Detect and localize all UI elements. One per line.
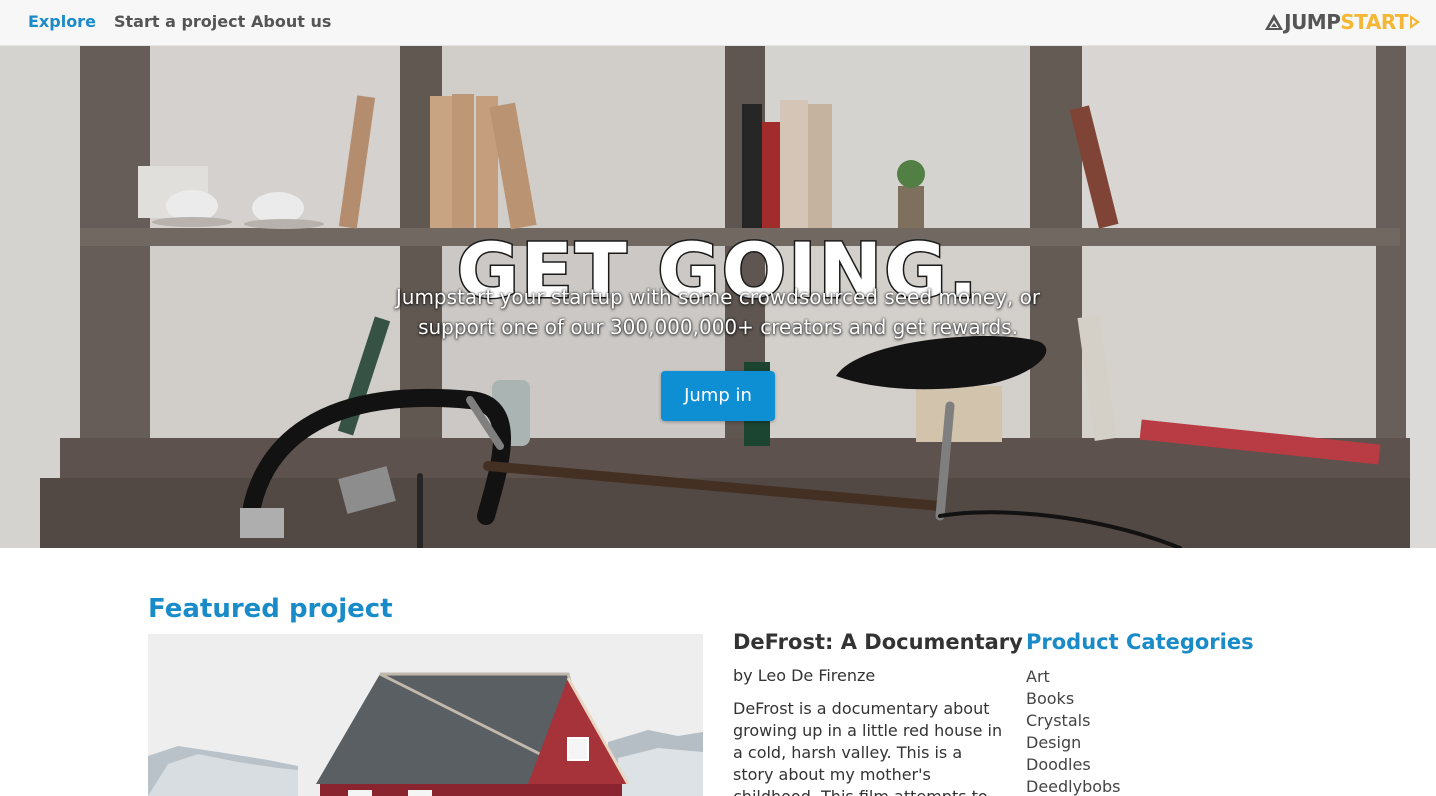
logo-arrow-icon: [1408, 13, 1422, 31]
jumpstart-logo[interactable]: JUMPSTART: [1264, 9, 1422, 35]
category-item-doodles[interactable]: Doodles: [1026, 754, 1121, 776]
nav-start-project[interactable]: Start a project: [114, 12, 245, 31]
category-list: Art Books Crystals Design Doodles Deedly…: [1026, 666, 1121, 796]
hero-banner: GET GOING. Jumpstart your startup with s…: [0, 46, 1436, 548]
category-item-crystals[interactable]: Crystals: [1026, 710, 1121, 732]
category-item-design[interactable]: Design: [1026, 732, 1121, 754]
category-item-books[interactable]: Books: [1026, 688, 1121, 710]
red-house-image: [148, 634, 703, 796]
project-description: DeFrost is a documentary about growing u…: [733, 699, 1003, 796]
product-categories-heading: Product Categories: [1026, 630, 1254, 654]
logo-wordmark: JUMPSTART: [1284, 10, 1408, 34]
featured-project-heading: Featured project: [148, 594, 393, 624]
category-item-art[interactable]: Art: [1026, 666, 1121, 688]
top-nav: Explore Start a project About us JUMPSTA…: [0, 0, 1436, 46]
category-item-deedlybobs[interactable]: Deedlybobs: [1026, 776, 1121, 796]
featured-project-image[interactable]: [148, 634, 703, 796]
jump-in-button[interactable]: Jump in: [661, 371, 775, 421]
nav-explore[interactable]: Explore: [28, 12, 96, 31]
project-author: by Leo De Firenze: [733, 666, 876, 685]
nav-about-us[interactable]: About us: [251, 12, 331, 31]
logo-triangle-icon: [1264, 13, 1284, 31]
hero-subtitle: Jumpstart your startup with some crowdso…: [395, 285, 1041, 339]
project-title[interactable]: DeFrost: A Documentary: [733, 630, 1023, 654]
